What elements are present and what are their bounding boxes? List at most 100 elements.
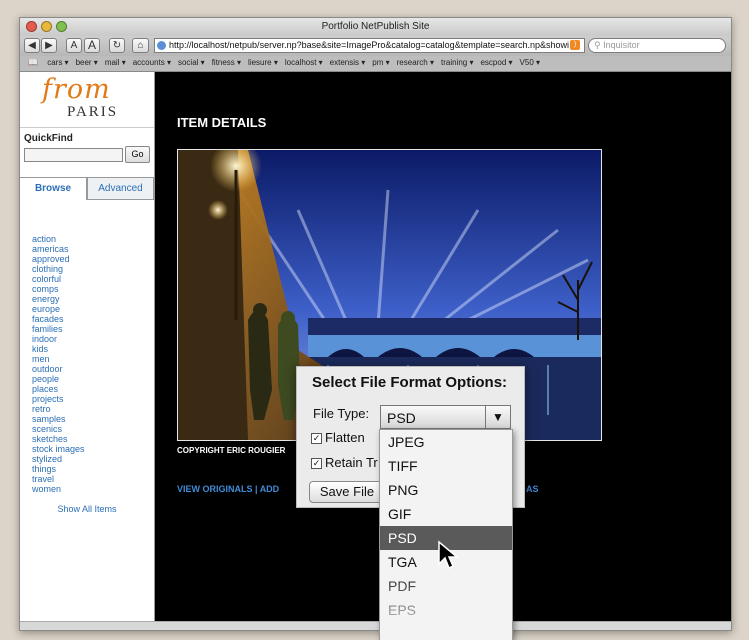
bookmark-item[interactable]: accounts ▾: [133, 56, 171, 70]
text-larger-button[interactable]: A: [84, 38, 100, 53]
category-link[interactable]: kids: [32, 344, 85, 354]
category-link[interactable]: retro: [32, 404, 85, 414]
bookmark-item[interactable]: pm ▾: [372, 56, 389, 70]
logo-script-text: from: [42, 74, 111, 105]
text-larger-label: A: [87, 38, 96, 52]
tab-browse[interactable]: Browse: [20, 177, 87, 200]
tab-advanced[interactable]: Advanced: [87, 177, 154, 200]
horizontal-scrollbar[interactable]: [20, 621, 731, 630]
view-originals-link[interactable]: VIEW ORIGINALS | ADD: [177, 484, 279, 494]
bookmark-item[interactable]: extensis ▾: [330, 56, 366, 70]
category-link[interactable]: indoor: [32, 334, 85, 344]
url-text: http://localhost/netpub/server.np?base&s…: [169, 40, 570, 50]
menu-fade: [380, 570, 512, 640]
category-link[interactable]: facades: [32, 314, 85, 324]
category-link[interactable]: energy: [32, 294, 85, 304]
browser-toolbar: ◀ ▶ A A ↻ ⌂ http://localhost/netpub/serv…: [20, 36, 731, 56]
title-bar: Portfolio NetPublish Site: [20, 18, 731, 36]
retain-checkbox[interactable]: ✓ Retain Tr: [311, 455, 378, 470]
site-logo[interactable]: from PARIS: [20, 72, 154, 128]
forward-button[interactable]: ▶: [41, 38, 57, 53]
category-link[interactable]: projects: [32, 394, 85, 404]
category-link[interactable]: outdoor: [32, 364, 85, 374]
bookmark-item[interactable]: cars ▾: [47, 56, 68, 70]
category-link[interactable]: families: [32, 324, 85, 334]
text-smaller-label: A: [70, 40, 78, 51]
bookmarks-list: cars ▾ beer ▾ mail ▾ accounts ▾ social ▾ fitn…: [47, 58, 547, 67]
category-link[interactable]: samples: [32, 414, 85, 424]
browser-window: Portfolio NetPublish Site ◀ ▶ A A ↻ ⌂ ht…: [19, 17, 732, 631]
quickfind-go-button[interactable]: Go: [125, 146, 150, 163]
home-button[interactable]: ⌂: [132, 38, 149, 53]
category-link[interactable]: places: [32, 384, 85, 394]
rss-icon[interactable]: ): [570, 40, 580, 50]
file-type-option[interactable]: GIF: [380, 502, 512, 526]
file-type-menu: JPEGTIFFPNGGIFPSDTGAPDFEPS: [379, 429, 513, 640]
category-list: action americas approved clothing colorful co…: [32, 234, 85, 494]
search-icon: ⚲: [594, 40, 601, 50]
address-bar[interactable]: http://localhost/netpub/server.np?base&s…: [154, 38, 585, 53]
dialog-title: Select File Format Options:: [312, 374, 508, 391]
save-file-button[interactable]: Save File: [309, 481, 385, 503]
logo-sub-text: PARIS: [67, 104, 119, 120]
bookmark-item[interactable]: V50 ▾: [520, 56, 540, 70]
category-link[interactable]: men: [32, 354, 85, 364]
category-link[interactable]: colorful: [32, 274, 85, 284]
category-link[interactable]: action: [32, 234, 85, 244]
reload-button[interactable]: ↻: [109, 38, 125, 53]
bookmark-item[interactable]: training ▾: [441, 56, 473, 70]
bookmark-item[interactable]: fitness ▾: [212, 56, 241, 70]
search-field[interactable]: ⚲ Inquisitor: [588, 38, 726, 53]
file-type-select[interactable]: PSD ▼: [380, 405, 511, 429]
file-type-value: PSD: [387, 410, 416, 426]
file-type-option[interactable]: JPEG: [380, 430, 512, 454]
file-type-option[interactable]: PNG: [380, 478, 512, 502]
category-link[interactable]: women: [32, 484, 85, 494]
bookmarks-book-icon[interactable]: 📖: [28, 56, 38, 70]
retain-label: Retain Tr: [325, 455, 378, 470]
quickfind-label: QuickFind: [24, 133, 73, 144]
category-link[interactable]: clothing: [32, 264, 85, 274]
category-link[interactable]: americas: [32, 244, 85, 254]
window-title: Portfolio NetPublish Site: [321, 21, 430, 32]
flatten-label: Flatten: [325, 430, 365, 445]
search-placeholder: Inquisitor: [603, 40, 640, 50]
reload-icon: ↻: [112, 40, 122, 51]
quickfind-input[interactable]: [24, 148, 123, 162]
category-link[interactable]: approved: [32, 254, 85, 264]
category-link[interactable]: sketches: [32, 434, 85, 444]
category-link[interactable]: people: [32, 374, 85, 384]
page-title: ITEM DETAILS: [177, 115, 267, 130]
home-icon: ⌂: [137, 40, 144, 51]
category-link[interactable]: europe: [32, 304, 85, 314]
bookmarks-bar: 📖 cars ▾ beer ▾ mail ▾ accounts ▾ social ▾ fi…: [20, 56, 731, 72]
back-button[interactable]: ◀: [24, 38, 40, 53]
forward-arrow-icon: ▶: [45, 40, 53, 51]
back-arrow-icon: ◀: [28, 40, 36, 51]
category-link[interactable]: things: [32, 464, 85, 474]
category-link[interactable]: stock images: [32, 444, 85, 454]
file-type-label: File Type:: [313, 406, 370, 421]
bookmark-item[interactable]: beer ▾: [76, 56, 98, 70]
category-link[interactable]: stylized: [32, 454, 85, 464]
show-all-items-link[interactable]: Show All Items: [20, 504, 154, 514]
category-link[interactable]: travel: [32, 474, 85, 484]
flatten-checkbox[interactable]: ✓ Flatten: [311, 430, 365, 445]
text-smaller-button[interactable]: A: [66, 38, 82, 53]
file-type-option[interactable]: TIFF: [380, 454, 512, 478]
category-link[interactable]: comps: [32, 284, 85, 294]
category-link[interactable]: scenics: [32, 424, 85, 434]
bookmark-item[interactable]: liesure ▾: [248, 56, 278, 70]
bookmark-item[interactable]: social ▾: [178, 56, 205, 70]
flatten-check-icon: ✓: [311, 433, 322, 444]
bookmark-item[interactable]: localhost ▾: [285, 56, 323, 70]
bookmark-item[interactable]: mail ▾: [105, 56, 126, 70]
sidebar: from PARIS QuickFind Go Browse Advanced …: [20, 72, 155, 630]
retain-check-icon: ✓: [311, 458, 322, 469]
mouse-pointer-icon: [438, 540, 460, 570]
copyright-text: COPYRIGHT ERIC ROUGIER: [177, 446, 286, 455]
bookmark-item[interactable]: escpod ▾: [480, 56, 512, 70]
dropdown-arrow-icon: ▼: [485, 406, 510, 428]
bookmark-item[interactable]: research ▾: [397, 56, 434, 70]
globe-icon: [157, 41, 166, 50]
